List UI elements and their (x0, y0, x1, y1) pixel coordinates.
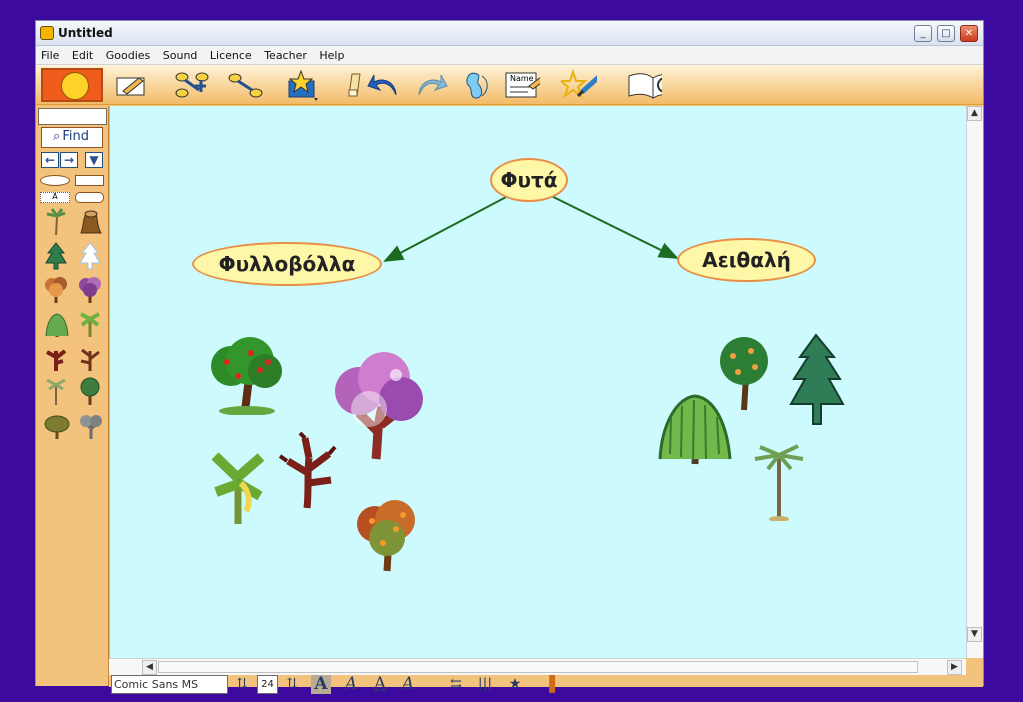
svg-text:Name: Name (510, 74, 534, 83)
find-label: Find (62, 129, 89, 144)
underline-icon[interactable]: A (370, 675, 390, 694)
menu-help[interactable]: Help (314, 46, 348, 62)
book-search-icon[interactable] (626, 68, 662, 102)
application-window: Untitled _ □ ✕ File Edit Goodies Sound L… (35, 20, 984, 694)
horizontal-scrollbar[interactable]: ◀ ▶ (109, 658, 966, 675)
apple-tree-icon[interactable] (207, 333, 287, 415)
image-star-icon[interactable]: ★ (505, 675, 525, 694)
down-arrow-icon[interactable]: ▼ (85, 152, 103, 168)
left-sidebar: ⌕ Find ← → ▼ A (36, 106, 109, 686)
box-star-icon[interactable] (284, 68, 320, 102)
window-title: Untitled (58, 26, 113, 40)
willow-tree-canvas-icon[interactable] (655, 382, 735, 466)
pencil-note-icon[interactable] (114, 68, 150, 102)
scroll-up-icon[interactable]: ▲ (967, 106, 982, 121)
columns-icon[interactable]: ||| (475, 675, 495, 694)
bare-tree-icon[interactable] (42, 344, 70, 372)
maximize-button[interactable]: □ (937, 25, 955, 42)
font-size-input[interactable]: 24 (257, 675, 278, 694)
horizontal-scroll-thumb[interactable] (158, 661, 918, 673)
back-arrow-icon[interactable]: ← (41, 152, 59, 168)
redo-icon[interactable] (413, 68, 449, 102)
color-swatch-icon[interactable]: ▌ (545, 675, 565, 694)
link-icon[interactable] (228, 68, 264, 102)
find-button[interactable]: ⌕ Find (41, 127, 103, 148)
menu-sound[interactable]: Sound (158, 46, 202, 62)
banana-tree-icon[interactable] (76, 310, 104, 338)
round-tree-icon[interactable] (76, 377, 104, 406)
undo-icon[interactable] (366, 68, 402, 102)
minimize-button[interactable]: _ (914, 25, 932, 42)
add-node-icon[interactable] (174, 68, 210, 102)
vertical-scrollbar[interactable]: ▲ ▼ (966, 106, 983, 658)
main-toolbar: Name (36, 65, 983, 105)
blossom-tree-icon[interactable] (334, 349, 424, 463)
mascot-logo[interactable] (41, 68, 103, 102)
italic-icon[interactable]: A (341, 675, 361, 694)
snow-pine-icon[interactable] (76, 242, 104, 270)
scroll-left-icon[interactable]: ◀ (142, 660, 157, 675)
sidebar-search-input[interactable] (38, 108, 107, 125)
tree-stump-icon[interactable] (76, 208, 104, 236)
pine-tree-icon[interactable] (42, 242, 70, 270)
autumn-tree-icon[interactable] (42, 276, 70, 304)
format-toolbar: Comic Sans MS ⇅ 24 ⇅ A A A A ⇆ ||| ★ ▌ (109, 675, 983, 694)
menu-licence[interactable]: Licence (205, 46, 256, 62)
bare-branch-tree-icon[interactable] (276, 430, 338, 510)
palm-tree-icon[interactable] (42, 208, 70, 236)
willow-tree-icon[interactable] (42, 310, 70, 338)
align-icon[interactable]: ⇆ (446, 675, 466, 694)
thin-palm-icon[interactable] (42, 378, 70, 406)
scroll-right-icon[interactable]: ▶ (947, 660, 962, 675)
close-button[interactable]: ✕ (960, 25, 978, 42)
font-select[interactable]: Comic Sans MS (111, 675, 228, 694)
olive-tree-icon[interactable] (42, 412, 70, 440)
orange-tree-icon[interactable] (352, 499, 422, 574)
branch-tree-icon[interactable] (76, 344, 104, 372)
menu-file[interactable]: File (36, 46, 63, 62)
rectangle-tool-icon[interactable] (75, 175, 104, 186)
text-label-tool-icon[interactable]: A (40, 192, 70, 203)
listen-icon[interactable] (456, 68, 492, 102)
app-icon (40, 26, 54, 40)
rounded-rectangle-tool-icon[interactable] (75, 192, 104, 203)
evergreen-pine-icon[interactable] (785, 332, 849, 428)
ellipse-tool-icon[interactable] (40, 175, 70, 186)
forward-arrow-icon[interactable]: → (60, 152, 78, 168)
scroll-down-icon[interactable]: ▼ (967, 627, 982, 642)
menu-edit[interactable]: Edit (67, 46, 97, 62)
concept-map-canvas[interactable]: Φυτά Φυλλοβόλλα Αειθαλή (109, 106, 966, 658)
menu-goodies[interactable]: Goodies (101, 46, 155, 62)
gray-tree-icon[interactable] (76, 412, 104, 440)
banana-tree-canvas-icon[interactable] (211, 448, 265, 526)
size-stepper-icon[interactable]: ⇅ (282, 675, 302, 694)
bold-icon[interactable]: A (311, 675, 331, 694)
root-node[interactable]: Φυτά (490, 158, 568, 202)
menu-bar: File Edit Goodies Sound Licence Teacher … (36, 46, 983, 65)
name-tag-icon[interactable]: Name (504, 68, 540, 102)
evergreen-node[interactable]: Αειθαλή (677, 238, 816, 282)
font-size-stepper-icon[interactable]: ⇅ (232, 675, 252, 694)
purple-tree-icon[interactable] (76, 276, 104, 304)
text-color-icon[interactable]: A (398, 675, 418, 694)
mascot-face-icon (61, 72, 89, 100)
title-bar: Untitled _ □ ✕ (36, 21, 983, 46)
palm-tree-canvas-icon[interactable] (752, 441, 806, 521)
magic-brush-icon[interactable] (561, 68, 597, 102)
menu-teacher[interactable]: Teacher (259, 46, 311, 62)
deciduous-node[interactable]: Φυλλοβόλλα (192, 242, 382, 286)
magnifier-icon: ⌕ (53, 129, 61, 144)
